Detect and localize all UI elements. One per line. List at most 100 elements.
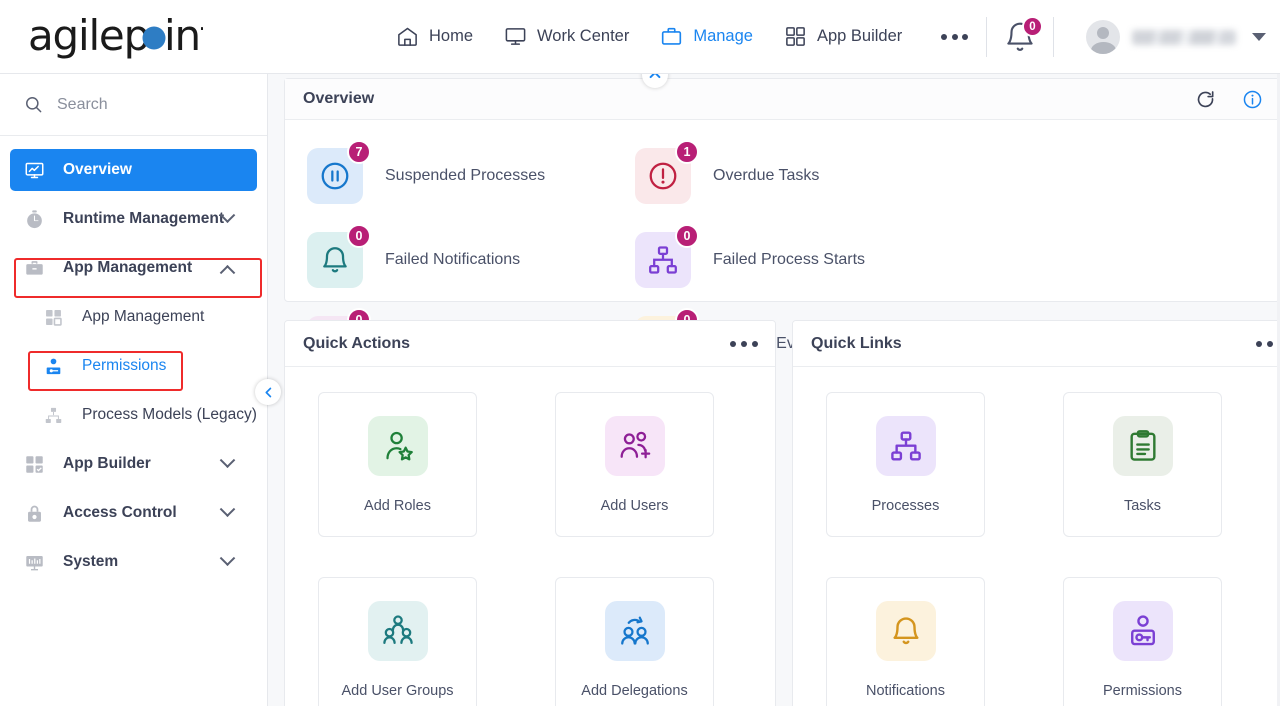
nav-item-home[interactable]: Home xyxy=(395,24,473,49)
sidebar-item-overview[interactable]: Overview xyxy=(10,149,257,191)
card-label: Processes xyxy=(871,497,940,514)
people-plus-icon xyxy=(620,431,650,458)
notifications-button[interactable]: 0 xyxy=(1003,16,1043,54)
sidebar: Overview Runtime Management xyxy=(0,74,268,706)
card-add-user-groups[interactable]: Add User Groups xyxy=(318,577,477,706)
sidebar-item-app-builder[interactable]: App Builder xyxy=(10,443,257,485)
card-label: Add Roles xyxy=(364,497,431,514)
sidebar-item-runtime-management[interactable]: Runtime Management xyxy=(10,198,257,240)
card-label: Tasks xyxy=(1123,497,1162,514)
briefcase-icon xyxy=(659,24,684,49)
top-bar-right: 0 xyxy=(970,0,1266,74)
card-add-roles[interactable]: Add Roles xyxy=(318,392,477,537)
overview-header-actions xyxy=(1195,89,1279,110)
person-key-icon xyxy=(1130,614,1155,645)
nav-label-home: Home xyxy=(429,27,474,45)
nav-item-work-center[interactable]: Work Center xyxy=(503,24,629,49)
user-key-icon xyxy=(44,357,68,376)
sidebar-item-app-management-sub[interactable]: App Management xyxy=(10,296,257,338)
sidebar-label-access-control: Access Control xyxy=(63,504,177,521)
chevron-down-icon[interactable] xyxy=(219,500,236,517)
lock-icon xyxy=(24,503,50,524)
card-icon-bg xyxy=(875,600,936,661)
tile-suspended-processes[interactable]: 7 Suspended Processes xyxy=(307,134,635,218)
brand-logo[interactable]: agilep int xyxy=(28,14,203,60)
card-processes[interactable]: Processes xyxy=(826,392,985,537)
sidebar-item-app-management[interactable]: App Management xyxy=(10,247,257,289)
chevron-down-icon[interactable] xyxy=(219,549,236,566)
avatar[interactable] xyxy=(1086,20,1120,54)
sidebar-label-process-models-legacy: Process Models (Legacy) xyxy=(82,406,257,423)
sidebar-label-overview: Overview xyxy=(63,161,132,178)
card-add-delegations[interactable]: Add Delegations xyxy=(555,577,714,706)
refresh-button[interactable] xyxy=(1195,89,1216,110)
divider xyxy=(986,17,987,57)
notification-count-badge: 0 xyxy=(1022,16,1043,37)
nav-label-manage: Manage xyxy=(693,27,753,45)
quick-actions-menu-ellipsis-icon[interactable] xyxy=(730,340,775,347)
tile-label: Failed Notifications xyxy=(385,251,521,268)
sidebar-menu: Overview Runtime Management App Manageme… xyxy=(0,136,267,583)
nav-label-app-builder: App Builder xyxy=(816,27,903,45)
stopwatch-icon xyxy=(24,209,50,230)
top-bar: agilep int Home Work Center xyxy=(0,0,1280,74)
info-icon xyxy=(1243,90,1262,108)
tile-badge: 0 xyxy=(347,224,371,248)
nav-overflow-ellipsis-icon[interactable] xyxy=(941,33,969,40)
monitor-icon xyxy=(503,24,528,49)
quick-links-cards: Processes Tasks Notifications Permission… xyxy=(793,367,1280,706)
briefcase-icon xyxy=(24,258,50,279)
chevron-up-icon[interactable] xyxy=(219,264,236,281)
hierarchy-icon xyxy=(890,430,921,461)
sidebar-label-app-builder: App Builder xyxy=(63,455,151,472)
card-label: Notifications xyxy=(866,682,945,699)
user-menu-chevron-down-icon[interactable] xyxy=(1252,33,1266,41)
card-label: Add Delegations xyxy=(581,682,688,699)
card-notifications[interactable]: Notifications xyxy=(826,577,985,706)
sidebar-collapse-button[interactable] xyxy=(255,379,281,405)
chevron-down-icon[interactable] xyxy=(219,451,236,468)
card-label: Permissions xyxy=(1103,682,1182,699)
card-label: Add User Groups xyxy=(341,682,454,699)
sidebar-label-runtime-management: Runtime Management xyxy=(63,210,225,227)
sidebar-search[interactable] xyxy=(0,74,267,136)
search-icon xyxy=(26,97,42,113)
card-icon-bg xyxy=(604,415,665,476)
tile-badge: 1 xyxy=(675,140,699,164)
dashboard-icon xyxy=(24,160,50,181)
info-button[interactable] xyxy=(1242,89,1263,110)
sidebar-item-access-control[interactable]: Access Control xyxy=(10,492,257,534)
nav-item-manage[interactable]: Manage xyxy=(659,24,753,49)
people-arrow-icon xyxy=(620,616,649,645)
people-group-icon xyxy=(382,614,413,644)
nav-item-app-builder[interactable]: App Builder xyxy=(783,24,902,49)
top-navigation: Home Work Center Manage App Builder xyxy=(395,24,969,49)
sidebar-item-permissions[interactable]: Permissions xyxy=(10,345,257,387)
tile-label: Failed Process Starts xyxy=(713,251,866,268)
bell-icon xyxy=(892,616,919,644)
overview-title: Overview xyxy=(303,90,375,107)
tile-failed-notifications[interactable]: 0 Failed Notifications xyxy=(307,218,635,302)
card-label: Add Users xyxy=(600,497,669,514)
overview-panel: Overview 7 Suspended Processes 1 Overdue… xyxy=(284,78,1280,372)
nav-label-work-center: Work Center xyxy=(537,27,630,45)
hierarchy-icon xyxy=(649,246,677,274)
search-input[interactable] xyxy=(57,95,237,114)
sidebar-label-permissions: Permissions xyxy=(82,357,167,374)
chevron-left-icon xyxy=(264,387,271,397)
sidebar-item-system[interactable]: System xyxy=(10,541,257,583)
hierarchy-icon xyxy=(44,406,68,425)
card-tasks[interactable]: Tasks xyxy=(1063,392,1222,537)
quick-links-title: Quick Links xyxy=(811,334,902,352)
tile-failed-process-starts[interactable]: 0 Failed Process Starts xyxy=(635,218,963,302)
card-permissions[interactable]: Permissions xyxy=(1063,577,1222,706)
sidebar-label-system: System xyxy=(63,553,119,570)
tile-overdue-tasks[interactable]: 1 Overdue Tasks xyxy=(635,134,963,218)
bell-icon xyxy=(323,247,347,273)
tile-badge: 7 xyxy=(347,140,371,164)
card-add-users[interactable]: Add Users xyxy=(555,392,714,537)
sidebar-label-app-management: App Management xyxy=(63,259,193,276)
user-name-label xyxy=(1132,29,1236,45)
sidebar-item-process-models-legacy[interactable]: Process Models (Legacy) xyxy=(10,394,257,436)
card-icon-bg xyxy=(367,415,428,476)
